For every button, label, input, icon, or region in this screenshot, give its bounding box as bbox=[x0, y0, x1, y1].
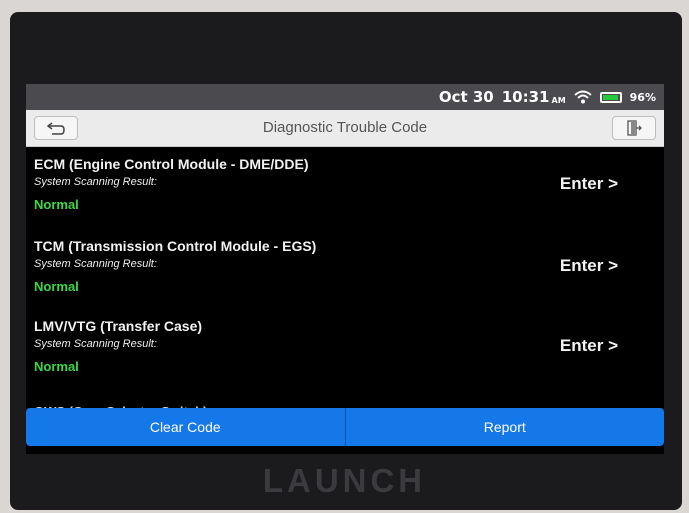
exit-button[interactable] bbox=[612, 116, 656, 140]
screen: Oct 30 10:31 AM 96% Diagnostic Trouble C… bbox=[26, 84, 664, 454]
scan-result-label: System Scanning Result: bbox=[34, 176, 157, 188]
battery-percent: 96% bbox=[629, 90, 656, 104]
exit-icon bbox=[627, 120, 642, 136]
enter-button[interactable]: Enter > bbox=[560, 336, 618, 356]
scan-status: Normal bbox=[34, 279, 79, 294]
wifi-icon bbox=[573, 90, 592, 104]
status-bar: Oct 30 10:31 AM 96% bbox=[26, 84, 664, 110]
scan-status: Normal bbox=[34, 197, 79, 212]
list-item: ECM (Engine Control Module - DME/DDE) Sy… bbox=[26, 146, 664, 226]
status-time: 10:31 bbox=[501, 88, 550, 106]
battery-level bbox=[602, 94, 619, 100]
list-item: TCM (Transmission Control Module - EGS) … bbox=[26, 228, 664, 308]
brand-logo: LAUNCH bbox=[262, 462, 427, 499]
scan-result-label: System Scanning Result: bbox=[34, 338, 157, 350]
page-title: Diagnostic Trouble Code bbox=[262, 119, 428, 136]
status-date: Oct 30 bbox=[438, 88, 494, 106]
module-title: ECM (Engine Control Module - DME/DDE) bbox=[34, 156, 309, 172]
scan-result-label: System Scanning Result: bbox=[34, 258, 157, 270]
list-item: LMV/VTG (Transfer Case) System Scanning … bbox=[26, 308, 664, 388]
report-button[interactable]: Report bbox=[344, 408, 665, 446]
module-title: LMV/VTG (Transfer Case) bbox=[34, 318, 203, 334]
enter-button[interactable]: Enter > bbox=[560, 256, 618, 276]
scan-status: Normal bbox=[34, 359, 79, 374]
enter-button[interactable]: Enter > bbox=[560, 174, 618, 194]
battery-icon bbox=[599, 91, 622, 103]
clear-code-button[interactable]: Clear Code bbox=[26, 408, 345, 446]
status-ampm: AM bbox=[551, 95, 566, 105]
action-bar: Clear Code Report bbox=[26, 408, 664, 446]
title-bar: Diagnostic Trouble Code bbox=[26, 110, 664, 147]
module-title: TCM (Transmission Control Module - EGS) bbox=[34, 238, 317, 254]
